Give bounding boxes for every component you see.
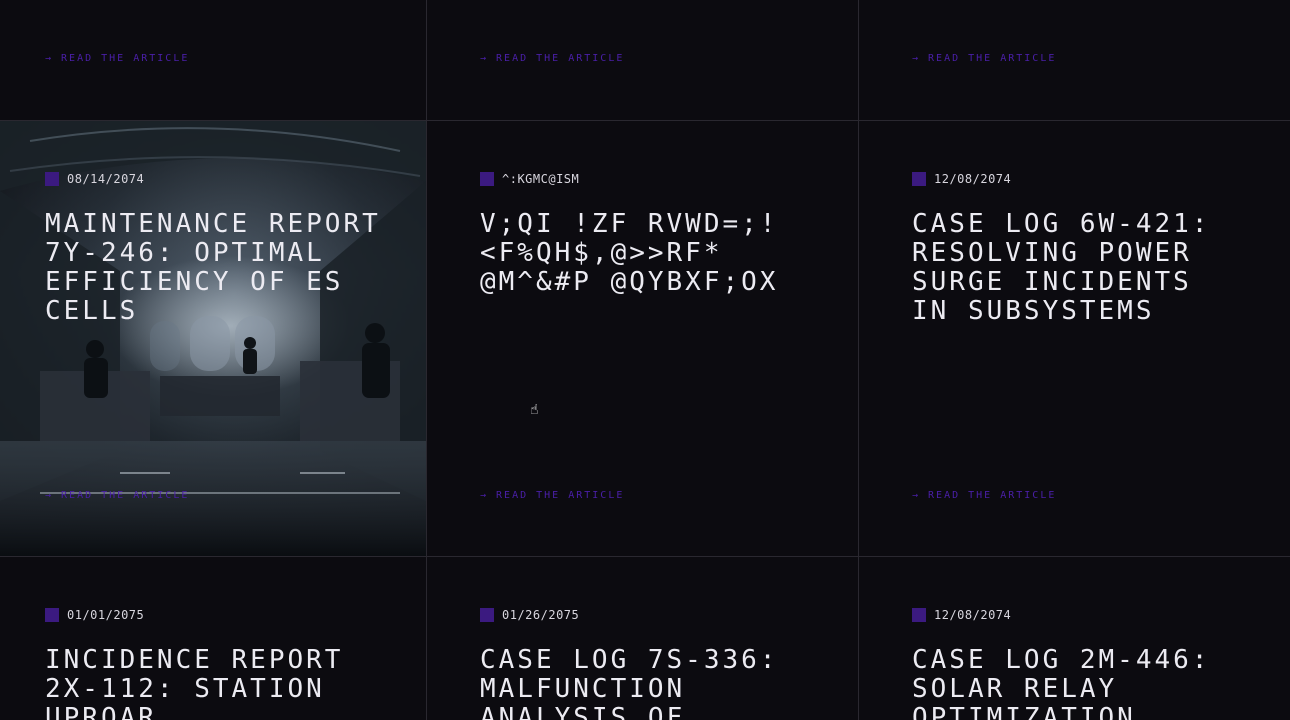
category-marker (912, 608, 926, 622)
category-marker (480, 608, 494, 622)
article-card-featured[interactable]: 08/14/2074 MAINTENANCE REPORT 7Y-246: OP… (0, 121, 426, 556)
article-card[interactable]: → READ THE ARTICLE (0, 0, 426, 120)
read-article-link[interactable]: → READ THE ARTICLE (912, 53, 1056, 64)
articles-grid: → READ THE ARTICLE → READ THE ARTICLE → … (0, 0, 1290, 720)
read-article-link[interactable]: → READ THE ARTICLE (45, 490, 189, 501)
article-date: 12/08/2074 (912, 172, 1011, 186)
article-title[interactable]: V;QI !ZF RVWD=;! <F%QH$,@>>RF* @M^&#P @Q… (480, 210, 820, 297)
read-article-link[interactable]: → READ THE ARTICLE (45, 53, 189, 64)
article-title[interactable]: MAINTENANCE REPORT 7Y-246: OPTIMAL EFFIC… (45, 210, 385, 326)
grid-divider (0, 120, 1290, 121)
article-date: ^:KGMC@ISM (480, 172, 579, 186)
article-title[interactable]: CASE LOG 2M-446: SOLAR RELAY OPTIMIZATIO… (912, 646, 1242, 720)
read-article-link[interactable]: → READ THE ARTICLE (480, 490, 624, 501)
article-card[interactable]: ^:KGMC@ISM V;QI !ZF RVWD=;! <F%QH$,@>>RF… (427, 121, 858, 556)
article-date: 08/14/2074 (45, 172, 144, 186)
article-card[interactable]: 01/26/2075 CASE LOG 7S-336: MALFUNCTION … (427, 557, 858, 720)
read-article-link[interactable]: → READ THE ARTICLE (480, 53, 624, 64)
article-date: 01/01/2075 (45, 608, 144, 622)
category-marker (912, 172, 926, 186)
article-title[interactable]: INCIDENCE REPORT 2X-112: STATION UPROAR (45, 646, 375, 720)
grid-divider (426, 0, 427, 720)
pointer-cursor-icon: ☝ (530, 402, 539, 418)
date-text: 08/14/2074 (67, 172, 145, 186)
article-card[interactable]: 12/08/2074 CASE LOG 6W-421: RESOLVING PO… (859, 121, 1290, 556)
category-marker (480, 172, 494, 186)
date-text: 01/26/2075 (502, 608, 580, 622)
date-text: ^:KGMC@ISM (502, 172, 580, 186)
article-title[interactable]: CASE LOG 7S-336: MALFUNCTION ANALYSIS OF (480, 646, 810, 720)
article-title[interactable]: CASE LOG 6W-421: RESOLVING POWER SURGE I… (912, 210, 1242, 326)
article-card[interactable]: → READ THE ARTICLE (427, 0, 858, 120)
date-text: 12/08/2074 (934, 172, 1012, 186)
article-card[interactable]: 12/08/2074 CASE LOG 2M-446: SOLAR RELAY … (859, 557, 1290, 720)
grid-divider (0, 556, 1290, 557)
category-marker (45, 608, 59, 622)
date-text: 12/08/2074 (934, 608, 1012, 622)
article-date: 12/08/2074 (912, 608, 1011, 622)
grid-divider (858, 0, 859, 720)
date-text: 01/01/2075 (67, 608, 145, 622)
category-marker (45, 172, 59, 186)
article-card[interactable]: 01/01/2075 INCIDENCE REPORT 2X-112: STAT… (0, 557, 426, 720)
article-date: 01/26/2075 (480, 608, 579, 622)
article-card[interactable]: → READ THE ARTICLE (859, 0, 1290, 120)
read-article-link[interactable]: → READ THE ARTICLE (912, 490, 1056, 501)
